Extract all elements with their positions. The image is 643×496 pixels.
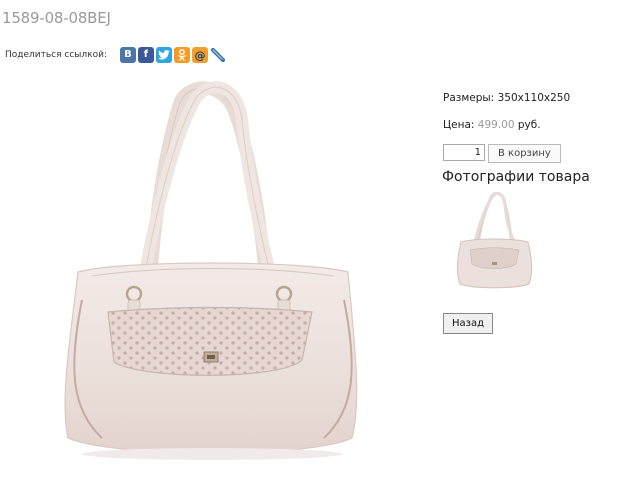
quantity-input[interactable] <box>443 144 485 161</box>
odnoklassniki-icon[interactable] <box>173 47 190 63</box>
product-sizes: Размеры: 350x110x250 <box>443 92 570 104</box>
handbag-thumbnail-image <box>457 191 532 289</box>
sizes-label: Размеры: <box>443 92 495 104</box>
add-to-cart-form: В корзину <box>443 144 561 163</box>
product-price: Цена: 499.00 руб. <box>443 119 541 131</box>
share-bar: Поделиться ссылкой: В f @ <box>5 45 228 65</box>
photos-heading: Фотографии товара <box>442 169 590 185</box>
sizes-value: 350x110x250 <box>497 92 571 104</box>
livejournal-icon[interactable] <box>210 47 226 63</box>
back-button[interactable]: Назад <box>443 313 494 334</box>
twitter-icon[interactable] <box>155 47 172 63</box>
price-amount: 499.00 <box>477 119 515 131</box>
facebook-icon[interactable]: f <box>137 47 154 63</box>
share-label: Поделиться ссылкой: <box>5 50 107 60</box>
price-currency: руб. <box>517 119 541 131</box>
vkontakte-icon[interactable]: В <box>119 47 136 63</box>
handbag-image <box>64 81 358 460</box>
price-label: Цена: <box>443 119 475 131</box>
mail-ru-icon[interactable]: @ <box>191 47 208 63</box>
product-thumbnail[interactable] <box>456 191 533 295</box>
add-to-cart-button[interactable]: В корзину <box>488 144 561 163</box>
main-product-photo[interactable] <box>62 80 359 480</box>
product-code-title: 1589-08-08BEJ <box>2 9 111 27</box>
